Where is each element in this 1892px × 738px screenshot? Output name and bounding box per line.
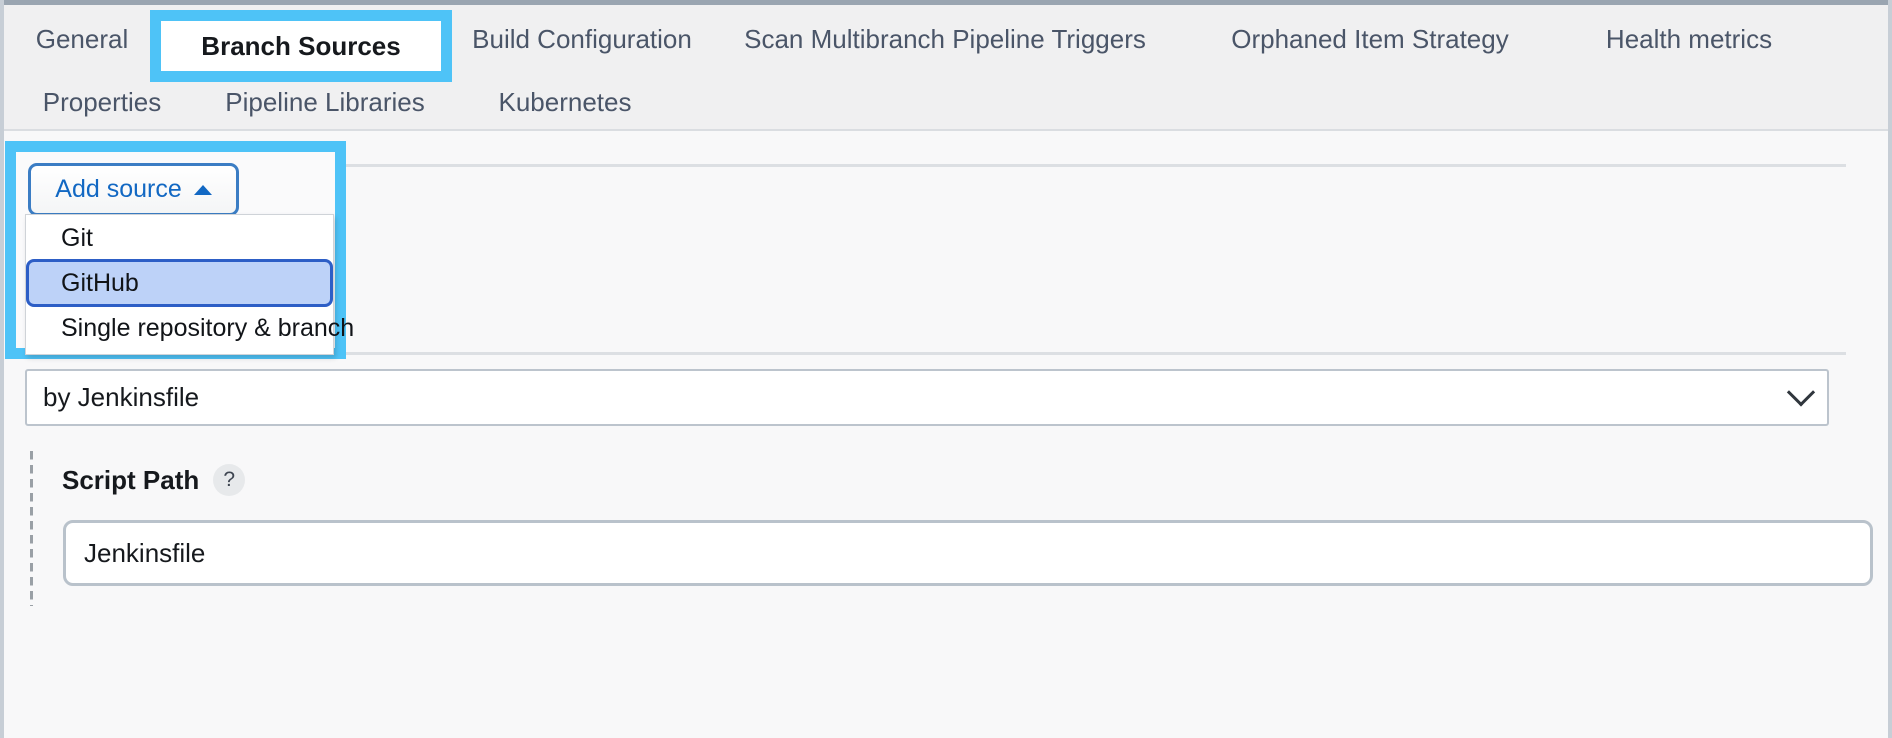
- help-question-icon[interactable]: ?: [213, 464, 246, 496]
- tab-branch-sources-label: Branch Sources: [201, 30, 401, 61]
- add-source-highlight: Add source Git GitHub Single repository …: [5, 141, 354, 359]
- config-tab-bar: General Build Configuration Scan Multibr…: [4, 5, 1888, 131]
- caret-up-icon: [193, 184, 212, 195]
- section-divider-bottom: [340, 352, 1846, 355]
- config-body: Add source Git GitHub Single repository …: [4, 133, 1888, 734]
- add-source-menu[interactable]: Git GitHub Single repository & branch: [25, 214, 354, 355]
- tab-orphaned-item-strategy[interactable]: Orphaned Item Strategy: [1200, 5, 1540, 73]
- tab-scan-multibranch-pipeline-triggers[interactable]: Scan Multibranch Pipeline Triggers: [710, 5, 1180, 73]
- nested-block-rail: [30, 451, 33, 606]
- build-configuration-mode-value: by Jenkinsfile: [43, 382, 200, 412]
- script-path-block: Script Path ? Jenkinsfile: [30, 451, 1873, 633]
- tab-branch-sources[interactable]: Branch Sources: [150, 10, 452, 82]
- jenkins-config-page: General Build Configuration Scan Multibr…: [0, 0, 1892, 738]
- add-source-button-label: Add source: [55, 175, 182, 203]
- section-divider-top: [340, 164, 1846, 167]
- tab-kubernetes[interactable]: Kubernetes: [470, 73, 660, 131]
- script-path-input[interactable]: Jenkinsfile: [63, 520, 1873, 586]
- build-configuration-mode-select[interactable]: by Jenkinsfile: [25, 369, 1829, 426]
- add-source-button[interactable]: Add source: [28, 163, 239, 216]
- menu-item-git[interactable]: Git: [26, 216, 333, 261]
- window-right-edge: [1888, 0, 1892, 738]
- script-path-label-row: Script Path ?: [62, 464, 246, 496]
- script-path-label: Script Path: [62, 464, 200, 495]
- tab-general[interactable]: General: [34, 5, 130, 73]
- tab-build-configuration[interactable]: Build Configuration: [456, 5, 708, 73]
- chevron-down-icon: [1786, 377, 1816, 406]
- menu-item-github[interactable]: GitHub: [26, 259, 333, 307]
- menu-item-single-repository-and-branch[interactable]: Single repository & branch: [26, 306, 354, 351]
- tab-health-metrics[interactable]: Health metrics: [1564, 5, 1814, 73]
